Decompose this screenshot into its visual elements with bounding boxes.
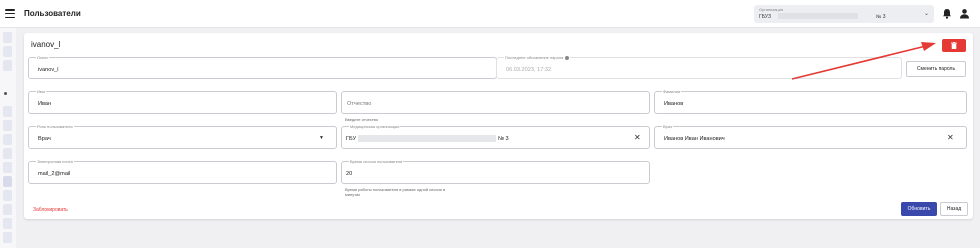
user-edit-card: ivanov_l Логин ivanov_l Последнее обновл… <box>24 33 973 219</box>
session-time-label: Время сессии пользователя <box>349 159 404 164</box>
update-button[interactable]: Обновить <box>901 202 937 216</box>
block-user-link[interactable]: Заблокировать <box>33 207 68 213</box>
page-title: Пользователи <box>24 9 81 18</box>
role-select[interactable]: Роль пользователя Врач ▼ <box>28 124 337 149</box>
app-header: Пользователи Организация ГБУЗ № 3 ⌄ <box>0 0 980 28</box>
back-button[interactable]: Назад <box>940 202 968 216</box>
medical-org-value-suffix: № 3 <box>498 136 509 142</box>
sidebar-item[interactable] <box>3 32 12 43</box>
role-value: Врач <box>38 136 51 142</box>
login-value: ivanov_l <box>38 67 59 73</box>
session-time-field[interactable]: Время сессии пользователя 20 <box>341 159 650 184</box>
doctor-select[interactable]: Врач Иванов Иван Иванович ✕ <box>654 124 967 149</box>
patronymic-placeholder: Отчество <box>347 101 372 107</box>
sidebar-item[interactable] <box>3 106 12 117</box>
sidebar-item[interactable] <box>3 190 12 201</box>
sidebar-item-active[interactable] <box>3 176 12 187</box>
medical-org-redacted <box>358 135 496 142</box>
last-name-field[interactable]: Фамилия Иванов <box>654 89 967 114</box>
sidebar-item[interactable] <box>3 120 12 131</box>
doctor-value: Иванов Иван Иванович <box>664 136 725 142</box>
email-value: mail_2@mail <box>38 171 71 177</box>
bell-icon[interactable] <box>942 8 952 19</box>
sidebar-item[interactable] <box>3 134 12 145</box>
last-password-update-label-text: Последнее обновление пароля <box>505 55 564 60</box>
organization-value-suffix: № 3 <box>876 14 886 20</box>
trash-icon <box>951 42 957 49</box>
last-password-update-field: Последнее обновление пароля 06.03.2023, … <box>496 55 902 79</box>
medical-org-label: Медицинская организация <box>349 124 401 129</box>
session-time-helper: Время работы пользователя в рамках одной… <box>345 187 445 197</box>
organization-value-prefix: ГБУЗ <box>759 14 771 20</box>
info-icon <box>565 55 570 60</box>
user-heading: ivanov_l <box>31 40 61 49</box>
role-label: Роль пользователя <box>36 124 74 129</box>
sidebar <box>0 28 16 248</box>
sidebar-item[interactable] <box>3 204 12 215</box>
last-name-label: Фамилия <box>662 89 681 94</box>
medical-org-value-prefix: ГБУ <box>346 136 357 142</box>
first-name-value: Иван <box>38 101 52 107</box>
first-name-field[interactable]: Имя Иван <box>28 89 337 114</box>
sidebar-item[interactable] <box>3 60 12 71</box>
user-icon[interactable] <box>959 8 970 19</box>
session-time-value: 20 <box>346 171 353 177</box>
hamburger-icon[interactable] <box>5 9 15 19</box>
organization-label: Организация <box>759 7 784 12</box>
sidebar-item[interactable] <box>3 148 12 159</box>
sidebar-item[interactable] <box>3 162 12 173</box>
organization-redacted <box>778 13 858 19</box>
change-password-button[interactable]: Сменить пароль <box>906 61 966 77</box>
close-icon[interactable]: ✕ <box>634 133 641 142</box>
login-label: Логин <box>36 55 49 60</box>
sidebar-item[interactable] <box>3 46 12 57</box>
caret-down-icon: ▼ <box>319 135 324 141</box>
medical-org-select[interactable]: Медицинская организация ГБУ № 3 ✕ <box>341 124 650 149</box>
last-password-update-value: 06.03.2023, 17:32 <box>506 67 552 73</box>
login-field[interactable]: Логин ivanov_l <box>28 55 497 79</box>
first-name-label: Имя <box>36 89 46 94</box>
session-time-helper-line2: минутах <box>345 192 361 197</box>
delete-user-button[interactable] <box>942 39 966 52</box>
organization-select[interactable]: Организация ГБУЗ № 3 ⌄ <box>754 5 934 23</box>
last-password-update-label: Последнее обновление пароля <box>504 55 571 60</box>
sidebar-item[interactable] <box>3 232 12 243</box>
last-name-value: Иванов <box>664 101 684 107</box>
patronymic-helper: Введите отчество <box>345 117 378 122</box>
email-label: Электронная почта <box>36 159 74 164</box>
sidebar-indicator-dot <box>4 92 7 95</box>
close-icon[interactable]: ✕ <box>947 133 954 142</box>
doctor-label: Врач <box>662 124 674 129</box>
patronymic-field[interactable]: Отчество <box>341 91 650 114</box>
email-field[interactable]: Электронная почта mail_2@mail <box>28 159 337 184</box>
sidebar-item[interactable] <box>3 218 12 229</box>
chevron-down-icon: ⌄ <box>924 11 930 17</box>
